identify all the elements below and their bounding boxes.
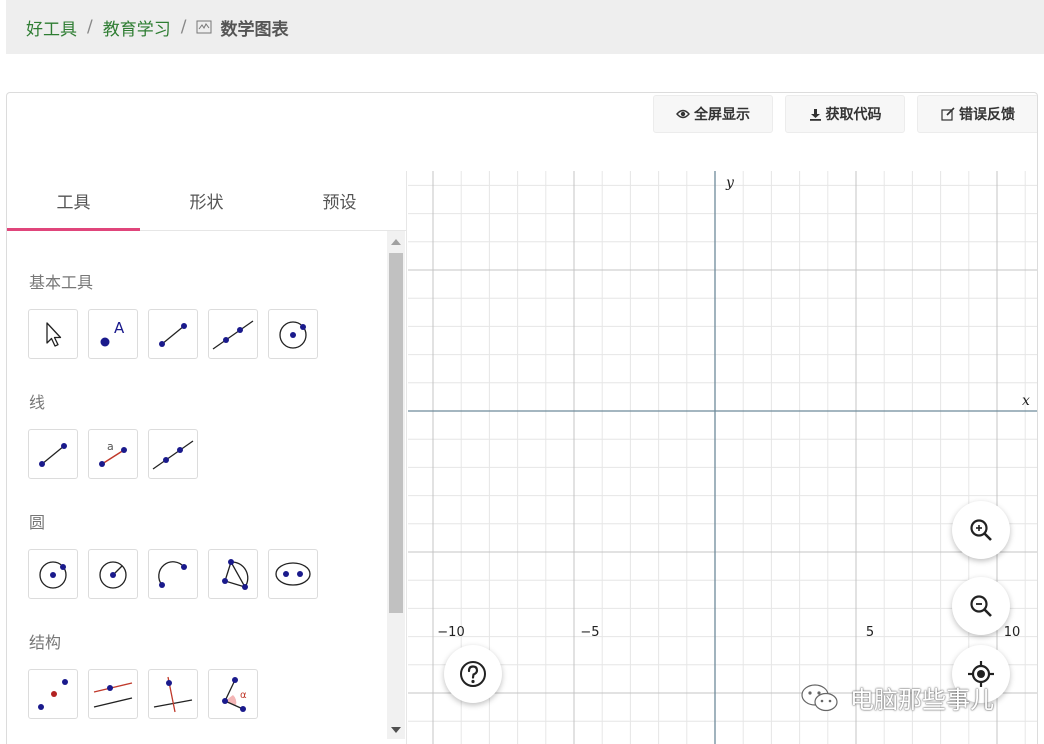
section-title-basic: 基本工具 (29, 273, 94, 292)
tab-shapes[interactable]: 形状 (140, 171, 273, 230)
segment-fixed-length-tool-icon: a (99, 440, 127, 467)
circle-center-point-tool-icon (279, 321, 307, 349)
segment-tool-button[interactable] (28, 429, 78, 479)
midpoint-tool-icon (38, 679, 68, 710)
x-tick-label: −5 (580, 625, 599, 640)
parallel-line-tool-button[interactable] (88, 669, 138, 719)
y-axis-label: y (725, 175, 735, 191)
circle-center-point-tool-button[interactable] (268, 309, 318, 359)
circle-three-points-tool-button[interactable] (208, 549, 258, 599)
perpendicular-line-tool-icon (153, 676, 193, 713)
feedback-button[interactable]: 错误反馈 (917, 95, 1037, 133)
circle-three-points-tool-icon (222, 559, 249, 590)
zoom-out-button[interactable] (952, 577, 1010, 635)
point-tool-button[interactable]: A (88, 309, 138, 359)
circle-center-point-tool-icon (39, 561, 67, 589)
section-title-lines: 线 (29, 393, 46, 412)
breadcrumb-home-link[interactable]: 好工具 (26, 15, 77, 40)
circle-center-radius-tool-button[interactable] (88, 549, 138, 599)
help-button[interactable] (444, 645, 502, 703)
midpoint-tool-button[interactable] (28, 669, 78, 719)
length-label-a: a (107, 440, 114, 453)
x-axis-label: x (1022, 393, 1030, 409)
ellipse-tool-button[interactable] (268, 549, 318, 599)
page-title: 数学图表 (220, 19, 289, 40)
line-tool-icon (212, 320, 254, 350)
tool-row-construct: α (28, 669, 268, 719)
eye-icon (676, 109, 690, 119)
line-tool-icon (152, 440, 194, 470)
circle-center-radius-tool-icon (99, 561, 127, 589)
watermark: 电脑那些事儿 (800, 680, 994, 715)
point-label-a: A (114, 319, 125, 337)
fullscreen-button[interactable]: 全屏显示 (653, 95, 773, 133)
panel-tabs: 工具 形状 预设 (7, 171, 406, 231)
circle-center-point-tool-button[interactable] (28, 549, 78, 599)
section-title-circles: 圆 (29, 513, 46, 532)
tool-row-lines: a (28, 429, 208, 479)
breadcrumb-separator: / (180, 17, 187, 37)
help-icon (460, 661, 486, 687)
fullscreen-label: 全屏显示 (694, 107, 750, 123)
get-code-button[interactable]: 获取代码 (785, 95, 905, 133)
segment-tool-icon (159, 323, 187, 347)
graphing-canvas[interactable]: x y −10 −5 5 10 (408, 171, 1038, 744)
zoom-in-icon (970, 519, 992, 541)
tool-row-basic: A (28, 309, 328, 359)
tab-tools[interactable]: 工具 (7, 171, 140, 231)
breadcrumb-separator: / (87, 17, 93, 37)
parallel-line-tool-icon (93, 682, 133, 708)
segment-tool-button[interactable] (148, 309, 198, 359)
get-code-label: 获取代码 (825, 107, 882, 123)
scroll-thumb[interactable] (389, 253, 403, 613)
breadcrumb-category-link[interactable]: 教育学习 (103, 15, 171, 40)
angle-bisector-tool-icon: α (222, 677, 247, 712)
line-tool-button[interactable] (208, 309, 258, 359)
edit-icon (941, 107, 955, 121)
ellipse-tool-icon (275, 562, 311, 586)
perpendicular-line-tool-button[interactable] (148, 669, 198, 719)
tool-list-scrollbar[interactable] (387, 231, 405, 739)
tool-list: 基本工具 A 线 a 圆 结构 α (7, 231, 385, 744)
tools-panel: 工具 形状 预设 基本工具 A 线 a 圆 结构 α (7, 171, 407, 744)
line-tool-button[interactable] (148, 429, 198, 479)
x-tick-label: −10 (437, 625, 464, 640)
x-tick-label: 5 (866, 625, 874, 640)
segment-fixed-length-tool-button[interactable]: a (88, 429, 138, 479)
feedback-label: 错误反馈 (959, 107, 1015, 123)
scroll-down-arrow-icon[interactable] (391, 727, 401, 733)
coordinate-grid[interactable]: x y −10 −5 5 10 (408, 171, 1038, 744)
angle-label-alpha: α (240, 690, 247, 701)
semicircle-tool-button[interactable] (148, 549, 198, 599)
semicircle-tool-icon (158, 561, 187, 588)
chart-icon (196, 20, 212, 34)
breadcrumb-current: 数学图表 (196, 15, 288, 40)
x-tick-label: 10 (1004, 625, 1021, 640)
move-tool-button[interactable] (28, 309, 78, 359)
watermark-text: 电脑那些事儿 (850, 686, 994, 714)
tab-presets[interactable]: 预设 (273, 171, 406, 230)
breadcrumb: 好工具 / 教育学习 / 数学图表 (6, 0, 1044, 54)
wechat-icon (801, 683, 838, 711)
zoom-out-icon (970, 595, 992, 617)
angle-bisector-tool-button[interactable]: α (208, 669, 258, 719)
section-title-construct: 结构 (29, 633, 62, 652)
segment-tool-icon (39, 443, 67, 467)
point-tool-icon: A (100, 319, 125, 347)
tool-card: 全屏显示 获取代码 错误反馈 工具 形状 预设 基本工具 A 线 a 圆 结构 … (6, 92, 1038, 744)
zoom-in-button[interactable] (952, 501, 1010, 559)
move-tool-icon (46, 322, 62, 347)
tool-row-circles (28, 549, 328, 599)
download-icon (809, 108, 821, 121)
scroll-up-arrow-icon[interactable] (391, 239, 401, 245)
